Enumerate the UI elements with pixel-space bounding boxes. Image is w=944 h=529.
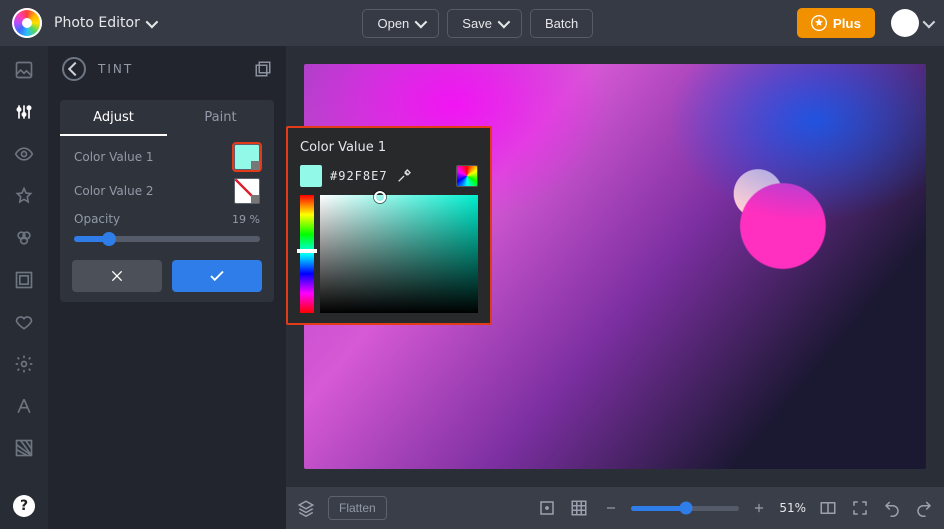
compare-icon[interactable]	[818, 498, 838, 518]
hue-slider[interactable]	[300, 195, 314, 313]
mode-dropdown[interactable]: Photo Editor	[50, 9, 159, 37]
opacity-slider[interactable]	[74, 236, 260, 242]
chevron-down-icon	[145, 15, 158, 28]
flatten-button[interactable]: Flatten	[328, 496, 387, 520]
gear-tool-icon[interactable]	[14, 354, 34, 374]
save-button[interactable]: Save	[447, 9, 522, 38]
open-label: Open	[377, 16, 409, 31]
eyedropper-icon[interactable]	[396, 168, 412, 184]
check-icon	[208, 267, 226, 285]
panel-title: TINT	[98, 62, 133, 76]
avatar-icon	[891, 9, 919, 37]
save-label: Save	[462, 16, 492, 31]
help-button[interactable]: ?	[13, 495, 35, 517]
view-tool-icon[interactable]	[14, 144, 34, 164]
adjust-tool-icon[interactable]	[14, 102, 34, 122]
expand-icon[interactable]	[850, 498, 870, 518]
redo-icon[interactable]	[914, 498, 934, 518]
effect-panel: TINT Adjust Paint Color Value 1 Color Va…	[48, 46, 286, 529]
bottom-bar: Flatten 51%	[286, 487, 944, 529]
star-tool-icon[interactable]	[14, 186, 34, 206]
grid-icon[interactable]	[569, 498, 589, 518]
tool-rail: ?	[0, 46, 48, 529]
texture-tool-icon[interactable]	[14, 438, 34, 458]
stack-icon[interactable]	[254, 60, 272, 78]
star-circle-icon	[811, 15, 827, 31]
panel-tabs: Adjust Paint	[60, 100, 274, 136]
color-value-2-swatch[interactable]	[234, 178, 260, 204]
color-value-1-swatch[interactable]	[234, 144, 260, 170]
hex-value[interactable]: #92F8E7	[330, 169, 388, 183]
chevron-down-icon	[497, 15, 510, 28]
mode-label: Photo Editor	[54, 15, 140, 31]
adjust-group: Adjust Paint Color Value 1 Color Value 2…	[60, 100, 274, 302]
undo-icon[interactable]	[882, 498, 902, 518]
color-value-1-label: Color Value 1	[74, 150, 154, 164]
app-logo-icon[interactable]	[12, 8, 42, 38]
color-picker-popover: Color Value 1 #92F8E7	[286, 126, 492, 325]
zoom-out-icon[interactable]	[601, 498, 621, 518]
account-menu[interactable]	[891, 9, 932, 37]
opacity-value: 19 %	[232, 213, 260, 226]
saturation-value-field[interactable]	[320, 195, 478, 313]
close-icon	[109, 268, 125, 284]
palette-swatch[interactable]	[456, 165, 478, 187]
layers-icon[interactable]	[296, 498, 316, 518]
tab-adjust[interactable]: Adjust	[60, 100, 167, 136]
canvas-area: Color Value 1 #92F8E7 Flatten	[286, 46, 944, 529]
zoom-in-icon[interactable]	[749, 498, 769, 518]
zoom-label: 51%	[779, 501, 806, 515]
zoom-slider[interactable]	[631, 506, 739, 511]
popover-title: Color Value 1	[300, 140, 478, 155]
apply-button[interactable]	[172, 260, 262, 292]
text-tool-icon[interactable]	[14, 396, 34, 416]
frame-tool-icon[interactable]	[14, 270, 34, 290]
zoom-control: 51%	[601, 498, 806, 518]
overlays-tool-icon[interactable]	[14, 228, 34, 248]
upgrade-plus-button[interactable]: Plus	[797, 8, 875, 38]
image-tool-icon[interactable]	[14, 60, 34, 80]
chevron-down-icon	[415, 15, 428, 28]
batch-button[interactable]: Batch	[530, 9, 593, 38]
heart-tool-icon[interactable]	[14, 312, 34, 332]
opacity-label: Opacity	[74, 212, 120, 226]
plus-label: Plus	[833, 16, 861, 31]
cancel-button[interactable]	[72, 260, 162, 292]
color-value-2-label: Color Value 2	[74, 184, 154, 198]
open-button[interactable]: Open	[362, 9, 439, 38]
chevron-down-icon	[923, 15, 936, 28]
app-header: Photo Editor Open Save Batch Plus	[0, 0, 944, 46]
batch-label: Batch	[545, 16, 578, 31]
fit-screen-icon[interactable]	[537, 498, 557, 518]
back-button[interactable]	[62, 57, 86, 81]
tab-paint[interactable]: Paint	[167, 100, 274, 136]
current-color-swatch[interactable]	[300, 165, 322, 187]
